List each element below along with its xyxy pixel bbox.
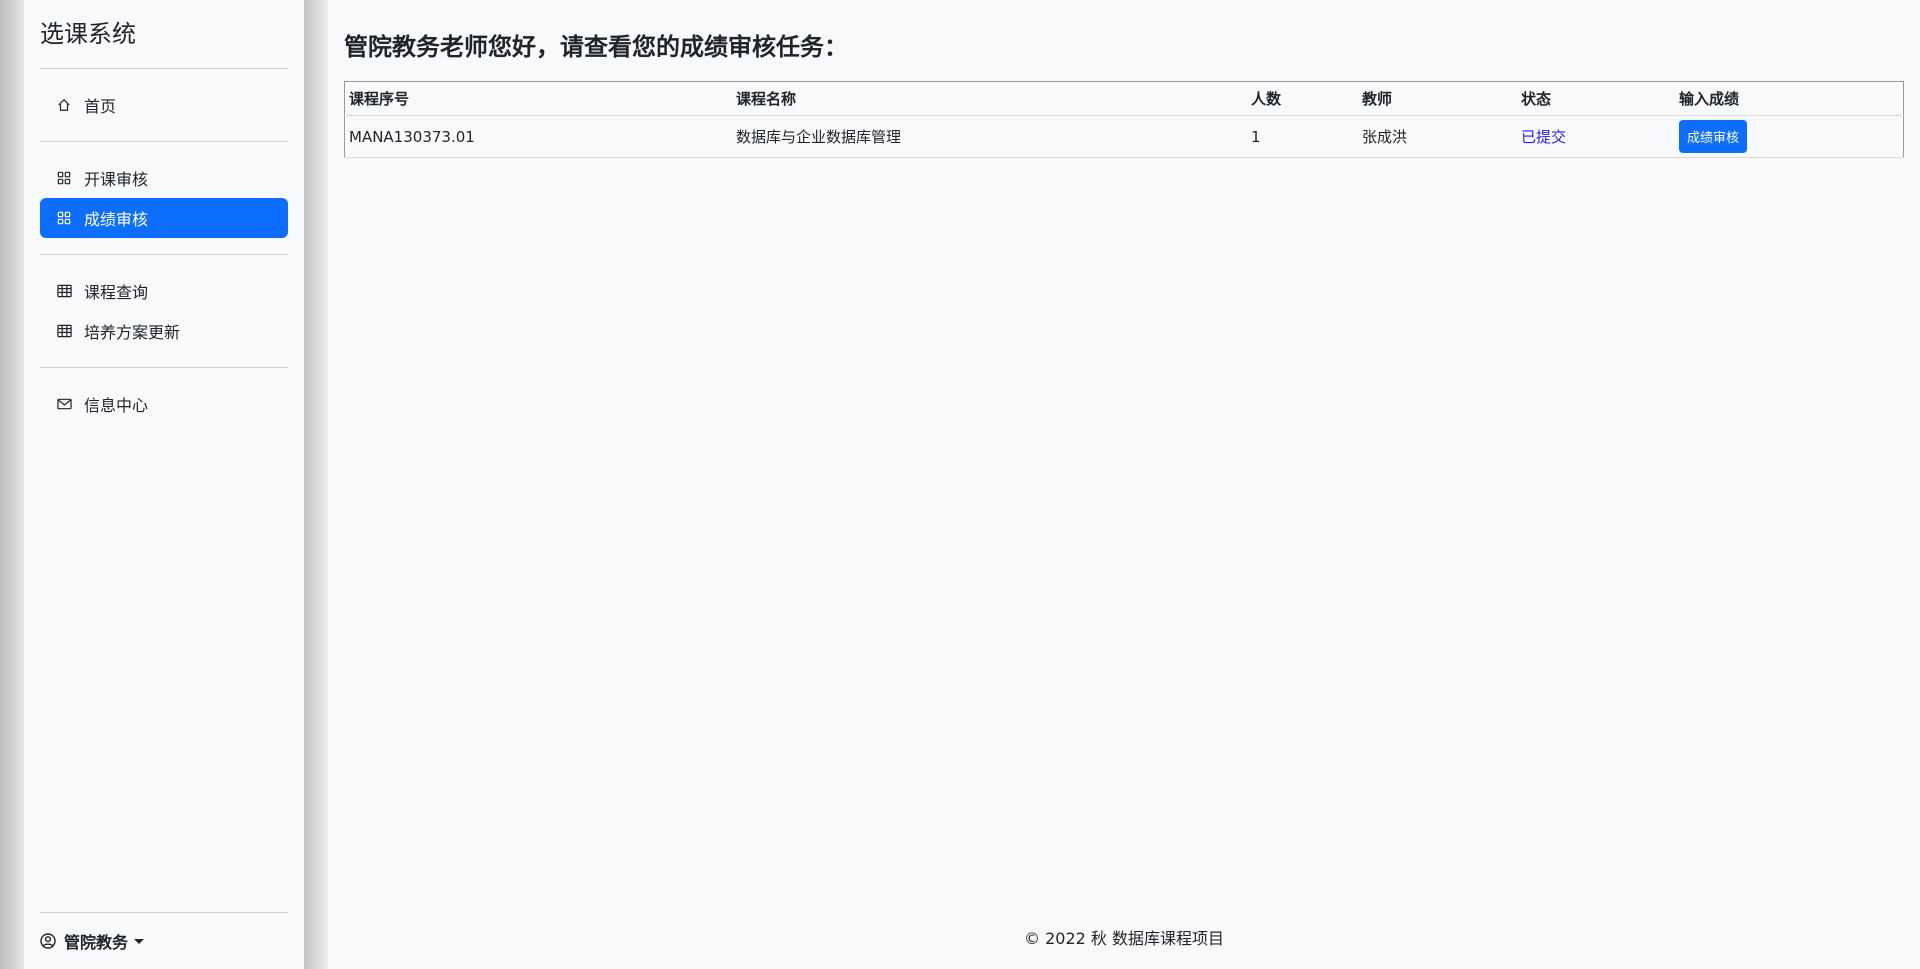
grid-icon [56, 210, 72, 226]
user-name: 管院教务 [64, 933, 129, 952]
user-circle-icon [40, 933, 56, 949]
action-cell: 成绩审核 [1675, 115, 1904, 158]
table-row: MANA130373.01 数据库与企业数据库管理 1 张成洪 已提交 成绩审核 [344, 115, 1904, 158]
course-id-cell: MANA130373.01 [344, 115, 732, 158]
nav-group-query: 课程查询 培养方案更新 [40, 255, 288, 367]
nav-group-home: 首页 [40, 69, 288, 141]
sidebar-item-label: 课程查询 [84, 283, 149, 302]
column-header: 课程序号 [344, 81, 732, 116]
column-header: 课程名称 [732, 81, 1247, 116]
sidebar-item-label: 成绩审核 [84, 210, 149, 229]
left-edge-shadow [0, 0, 24, 969]
main-content: 管院教务老师您好，请查看您的成绩审核任务： 课程序号 课程名称 人数 教师 状态… [344, 0, 1904, 969]
teacher-cell: 张成洪 [1358, 115, 1517, 158]
nav-group-review: 开课审核 成绩审核 [40, 142, 288, 254]
column-header: 教师 [1358, 81, 1517, 116]
page-footer: © 2022 秋 数据库课程项目 [1024, 929, 1224, 948]
sidebar-item-grade-review[interactable]: 成绩审核 [40, 198, 288, 238]
user-menu-dropdown[interactable]: 管院教务 [40, 913, 288, 969]
grade-review-button[interactable]: 成绩审核 [1679, 120, 1748, 153]
sidebar-item-course-query[interactable]: 课程查询 [40, 271, 288, 311]
caret-down-icon [134, 938, 145, 944]
sidebar-item-label: 信息中心 [84, 396, 149, 415]
status-cell: 已提交 [1517, 115, 1675, 158]
sidebar-item-program-update[interactable]: 培养方案更新 [40, 311, 288, 351]
table-icon [56, 283, 72, 299]
app-brand: 选课系统 [40, 20, 136, 48]
column-header: 人数 [1247, 81, 1358, 116]
table-icon [56, 323, 72, 339]
sidebar-footer: 管院教务 [40, 912, 288, 969]
column-header: 输入成绩 [1675, 81, 1904, 116]
count-cell: 1 [1247, 115, 1358, 158]
sidebar-item-home[interactable]: 首页 [40, 85, 288, 125]
column-header: 状态 [1517, 81, 1675, 116]
envelope-icon [56, 396, 72, 412]
table-header-row: 课程序号 课程名称 人数 教师 状态 输入成绩 [344, 81, 1904, 116]
sidebar-item-course-review[interactable]: 开课审核 [40, 158, 288, 198]
nav-group-messages: 信息中心 [40, 368, 288, 440]
sidebar: 选课系统 首页 开课审核 成绩审核 课程查询 培养方案更新 信息中心 管院教务 [24, 0, 304, 969]
course-name-cell: 数据库与企业数据库管理 [732, 115, 1247, 158]
sidebar-item-label: 开课审核 [84, 170, 149, 189]
sidebar-item-label: 首页 [84, 97, 117, 116]
sidebar-item-message-center[interactable]: 信息中心 [40, 384, 288, 424]
sidebar-edge-shadow [304, 0, 328, 969]
home-icon [56, 97, 72, 113]
sidebar-item-label: 培养方案更新 [84, 323, 181, 342]
page-title: 管院教务老师您好，请查看您的成绩审核任务： [344, 33, 848, 61]
grid-icon [56, 170, 72, 186]
grade-review-table: 课程序号 课程名称 人数 教师 状态 输入成绩 MANA130373.01 数据… [344, 81, 1904, 158]
